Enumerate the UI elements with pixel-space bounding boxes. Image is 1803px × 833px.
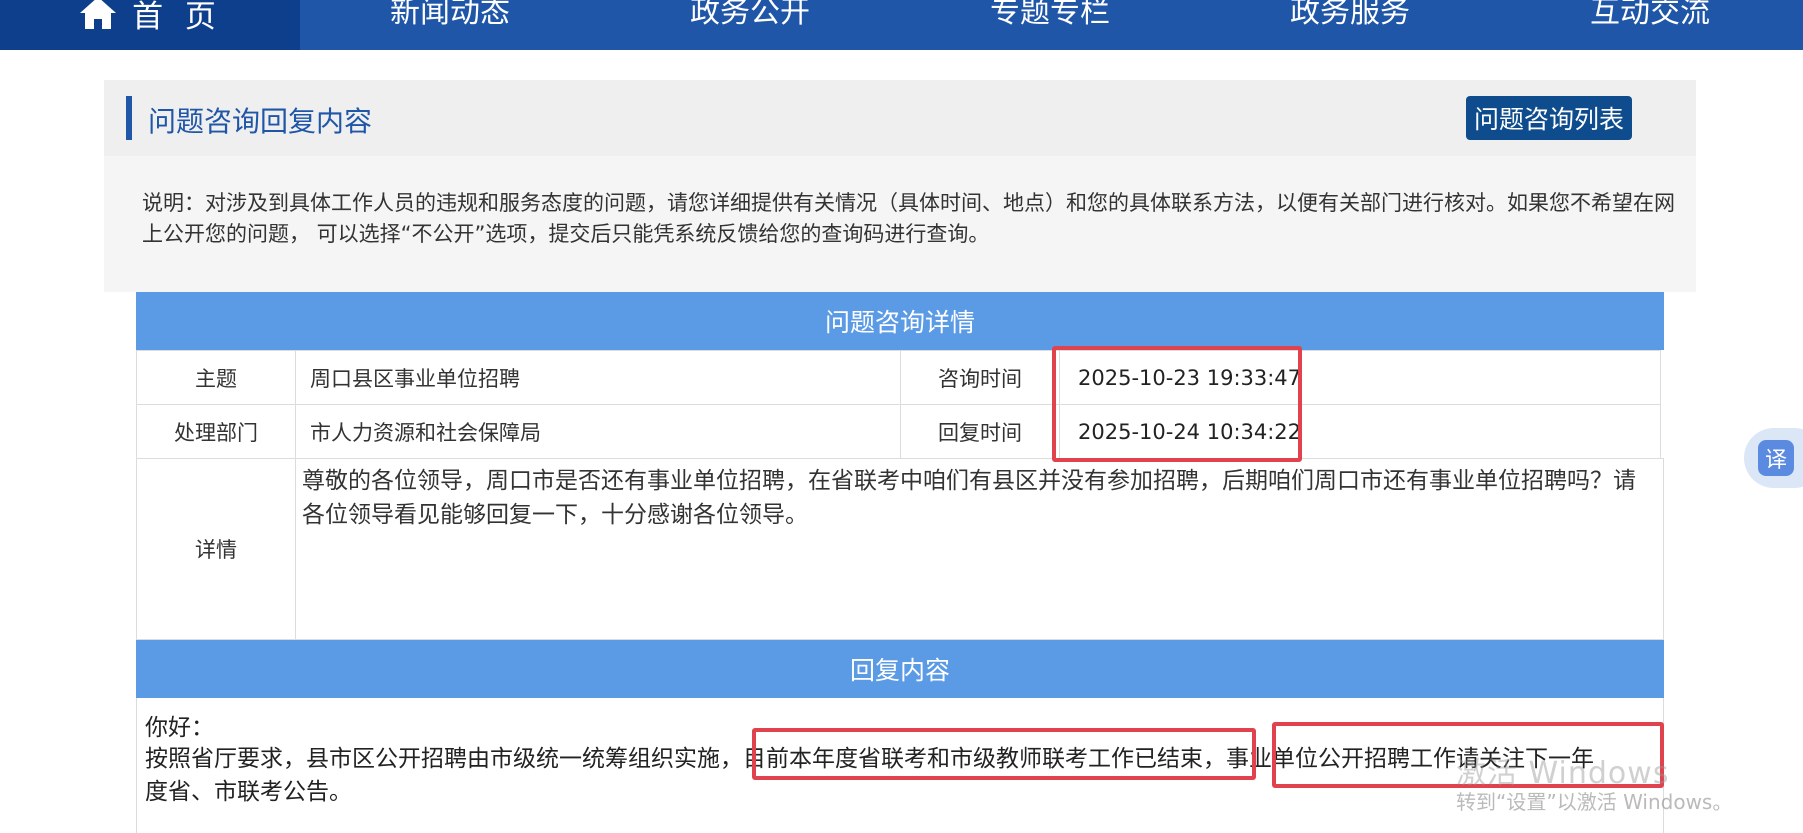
reply-body-part3: ， — [1203, 746, 1226, 772]
dept-value: 市人力资源和社会保障局 — [295, 404, 901, 459]
reply-time-label: 回复时间 — [900, 404, 1060, 459]
detail-label: 详情 — [136, 458, 296, 640]
reply-greeting: 你好： — [145, 715, 214, 741]
nav-item-special-topics[interactable]: 专题专栏 — [900, 0, 1200, 50]
nav-item-public-affairs[interactable]: 政务公开 — [600, 0, 900, 50]
panel-header: 问题咨询回复内容 问题咨询列表 — [104, 80, 1696, 156]
reply-body-part1: 按照省厅要求，县市区公开招聘由市级统一统筹组织实施， — [145, 746, 743, 772]
detail-table: 主题 周口县区事业单位招聘 咨询时间 2025-10-23 19:33:47 处… — [136, 350, 1664, 640]
translate-icon: 译 — [1758, 440, 1794, 476]
detail-section-header: 问题咨询详情 — [136, 292, 1664, 350]
instructions-note: 说明：对涉及到具体工作人员的违规和服务态度的问题，请您详细提供有关情况（具体时间… — [142, 191, 1675, 246]
subject-value: 周口县区事业单位招聘 — [295, 350, 901, 405]
translate-button[interactable]: 译 — [1744, 428, 1803, 488]
ask-time-value: 2025-10-23 19:33:47 — [1059, 350, 1661, 405]
consult-panel: 问题咨询回复内容 问题咨询列表 说明：对涉及到具体工作人员的违规和服务态度的问题… — [104, 80, 1696, 292]
page-title: 问题咨询回复内容 — [148, 105, 373, 138]
nav-item-news[interactable]: 新闻动态 — [300, 0, 600, 50]
detail-text: 尊敬的各位领导，周口市是否还有事业单位招聘，在省联考中咱们有县区并没有参加招聘，… — [302, 468, 1636, 528]
reply-section-header: 回复内容 — [136, 640, 1664, 698]
ask-time-label: 咨询时间 — [900, 350, 1060, 405]
nav-item-interaction[interactable]: 互动交流 — [1500, 0, 1800, 50]
consult-list-button[interactable]: 问题咨询列表 — [1466, 96, 1632, 140]
reply-time-value: 2025-10-24 10:34:22 — [1059, 404, 1661, 459]
title-accent-bar — [126, 96, 132, 140]
top-nav: 首 页 新闻动态 政务公开 专题专栏 政务服务 互动交流 — [0, 0, 1803, 50]
activation-watermark-line2: 转到“设置”以激活 Windows。 — [1456, 790, 1733, 814]
dept-label: 处理部门 — [136, 404, 296, 459]
reply-body-part2: 目前本年度省联考和市级教师联考工作已结束 — [743, 746, 1203, 772]
nav-home[interactable]: 首 页 — [0, 0, 300, 50]
reply-content: 你好： 按照省厅要求，县市区公开招聘由市级统一统筹组织实施，目前本年度省联考和市… — [136, 698, 1664, 833]
reply-body-part5: 度省、市联考公告。 — [145, 779, 352, 805]
subject-label: 主题 — [136, 350, 296, 405]
nav-home-label: 首 页 — [132, 0, 222, 35]
reply-body: 按照省厅要求，县市区公开招聘由市级统一统筹组织实施，目前本年度省联考和市级教师联… — [145, 743, 1655, 809]
home-icon — [80, 0, 117, 29]
nav-item-services[interactable]: 政务服务 — [1200, 0, 1500, 50]
